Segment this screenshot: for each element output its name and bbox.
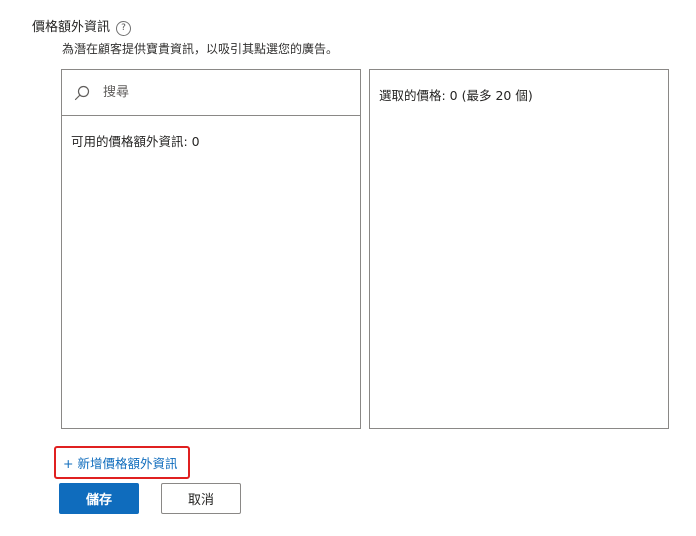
search-row — [62, 70, 360, 116]
selected-panel: 選取的價格: 0 (最多 20 個) — [369, 69, 669, 429]
cancel-button[interactable]: 取消 — [161, 483, 241, 514]
selected-count-text: 選取的價格: 0 (最多 20 個) — [379, 88, 533, 103]
section-title: 價格額外資訊 — [32, 20, 111, 35]
search-input[interactable] — [103, 85, 333, 100]
add-price-extension-link[interactable]: + 新增價格額外資訊 — [63, 453, 177, 472]
available-panel: 可用的價格額外資訊: 0 — [61, 69, 361, 429]
available-count-text: 可用的價格額外資訊: 0 — [71, 134, 200, 149]
section-header: 價格額外資訊 ? — [32, 18, 132, 38]
section-description: 為潛在顧客提供寶貴資訊，以吸引其點選您的廣告。 — [62, 42, 339, 56]
search-icon — [74, 85, 90, 100]
save-button[interactable]: 儲存 — [59, 483, 139, 514]
help-icon[interactable]: ? — [116, 20, 132, 36]
add-price-extension-highlight: + 新增價格額外資訊 — [54, 446, 190, 479]
